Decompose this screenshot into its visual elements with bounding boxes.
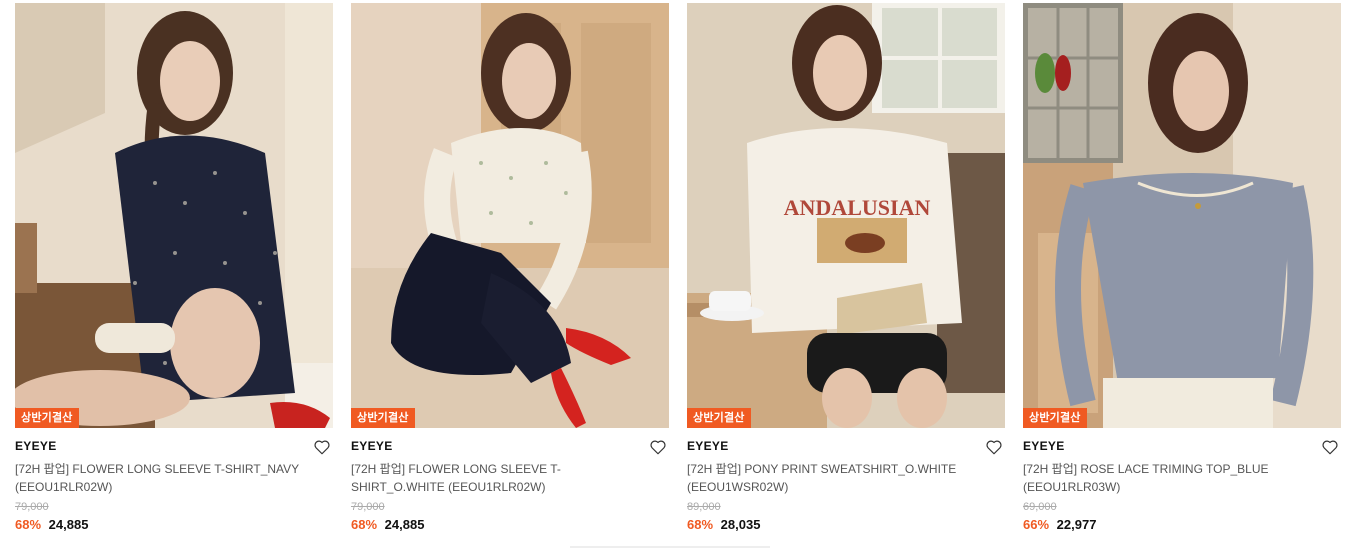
product-photo-blue-top <box>1023 3 1341 428</box>
product-card[interactable]: ANDALUSIAN 상반기결산 EYEYE [72H 팝업] PONY PRI… <box>687 3 1005 534</box>
original-price: 69,000 <box>1023 501 1057 513</box>
product-image[interactable]: 상반기결산 <box>15 3 333 428</box>
price-row: 66% 22,977 <box>1023 516 1341 534</box>
promo-badge: 상반기결산 <box>1023 408 1087 428</box>
brand-name[interactable]: EYEYE <box>15 439 333 454</box>
heart-icon[interactable] <box>985 438 1003 456</box>
product-image[interactable]: ANDALUSIAN 상반기결산 <box>687 3 1005 428</box>
product-grid: 상반기결산 EYEYE [72H 팝업] FLOWER LONG SLEEVE … <box>0 0 1349 548</box>
product-photo-white-flower <box>351 3 669 428</box>
product-photo-sweatshirt: ANDALUSIAN <box>687 3 1005 428</box>
discount-rate: 68% <box>15 517 42 532</box>
discount-rate: 68% <box>351 517 378 532</box>
brand-name[interactable]: EYEYE <box>1023 439 1341 454</box>
product-card[interactable]: 상반기결산 EYEYE [72H 팝업] FLOWER LONG SLEEVE … <box>351 3 669 534</box>
product-image[interactable]: 상반기결산 <box>351 3 669 428</box>
sale-price: 24,885 <box>48 517 89 532</box>
product-info: EYEYE [72H 팝업] PONY PRINT SWEATSHIRT_O.W… <box>687 428 1005 534</box>
sale-price: 28,035 <box>720 517 761 532</box>
product-name[interactable]: [72H 팝업] PONY PRINT SWEATSHIRT_O.WHITE (… <box>687 460 987 496</box>
heart-icon[interactable] <box>313 438 331 456</box>
heart-icon[interactable] <box>1321 438 1339 456</box>
price-row: 68% 24,885 <box>351 516 669 534</box>
original-price: 89,000 <box>687 501 721 513</box>
product-name[interactable]: [72H 팝업] ROSE LACE TRIMING TOP_BLUE (EEO… <box>1023 460 1323 496</box>
promo-badge: 상반기결산 <box>15 408 79 428</box>
brand-name[interactable]: EYEYE <box>351 439 669 454</box>
product-name[interactable]: [72H 팝업] FLOWER LONG SLEEVE T-SHIRT_O.WH… <box>351 460 651 496</box>
product-photo-navy <box>15 3 333 428</box>
original-price: 79,000 <box>15 501 49 513</box>
price-row: 68% 28,035 <box>687 516 1005 534</box>
discount-rate: 68% <box>687 517 714 532</box>
heart-icon[interactable] <box>649 438 667 456</box>
product-name[interactable]: [72H 팝업] FLOWER LONG SLEEVE T-SHIRT_NAVY… <box>15 460 315 496</box>
product-image[interactable]: 상반기결산 <box>1023 3 1341 428</box>
product-info: EYEYE [72H 팝업] ROSE LACE TRIMING TOP_BLU… <box>1023 428 1341 534</box>
product-card[interactable]: 상반기결산 EYEYE [72H 팝업] FLOWER LONG SLEEVE … <box>15 3 333 534</box>
product-card[interactable]: 상반기결산 EYEYE [72H 팝업] ROSE LACE TRIMING T… <box>1023 3 1341 534</box>
price-row: 68% 24,885 <box>15 516 333 534</box>
promo-badge: 상반기결산 <box>687 408 751 428</box>
brand-name[interactable]: EYEYE <box>687 439 1005 454</box>
original-price: 79,000 <box>351 501 385 513</box>
product-info: EYEYE [72H 팝업] FLOWER LONG SLEEVE T-SHIR… <box>15 428 333 534</box>
promo-badge: 상반기결산 <box>351 408 415 428</box>
sale-price: 22,977 <box>1056 517 1097 532</box>
print-text: ANDALUSIAN <box>784 195 931 220</box>
discount-rate: 66% <box>1023 517 1050 532</box>
sale-price: 24,885 <box>384 517 425 532</box>
product-info: EYEYE [72H 팝업] FLOWER LONG SLEEVE T-SHIR… <box>351 428 669 534</box>
